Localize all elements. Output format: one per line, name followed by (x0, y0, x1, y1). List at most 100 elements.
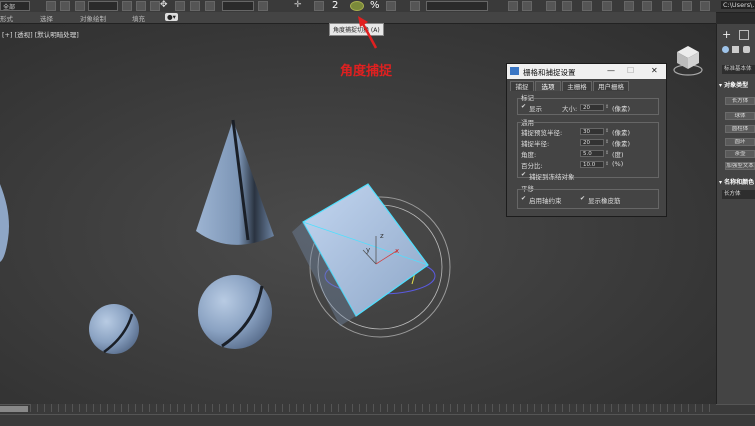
ribbon-tab-object-paint[interactable]: 对象绘制 (80, 13, 106, 23)
percent-snap-icon[interactable]: % (370, 1, 380, 11)
snap-toggle-icon[interactable]: 2 (332, 1, 342, 11)
ribbon-tab-fill[interactable]: 填充 (132, 13, 145, 23)
use-axis-label: 启用轴约束 (529, 197, 562, 205)
angle-snap-toggle-icon[interactable] (350, 1, 364, 11)
percent-label: 百分比: (521, 162, 543, 170)
named-selection-dropdown[interactable] (426, 1, 488, 11)
command-panel: + 标准基本体 ▾ 对象类型 长方体 球体 圆柱体 圆环 茶壶 加强型文本 ▾ … (716, 24, 755, 404)
selected-box-object[interactable] (292, 183, 429, 326)
layer-explorer-icon[interactable] (546, 1, 556, 11)
snap-frozen-checkbox[interactable]: ✔ (521, 172, 527, 178)
teapot-button[interactable]: 茶壶 (725, 150, 755, 158)
edit-named-selection-icon[interactable] (410, 1, 420, 11)
tab-snaps[interactable]: 捕捉 (510, 81, 534, 91)
region-select-icon[interactable] (150, 1, 160, 11)
show-marker-checkbox[interactable]: ✔ (521, 104, 527, 110)
viewport-label[interactable]: [+] [透视] [默认明暗处理] (2, 29, 79, 39)
cone-object[interactable] (196, 119, 274, 245)
text-plus-button[interactable]: 加强型文本 (725, 162, 755, 170)
selection-filter-dropdown[interactable]: 全部 (0, 1, 30, 11)
dialog-titlebar[interactable]: 栅格和捕捉设置 — ☐ ✕ (507, 64, 666, 79)
minimize-icon[interactable]: — (607, 66, 615, 75)
preview-radius-input[interactable]: 30 (580, 128, 604, 135)
size-label: 大小: (562, 105, 578, 113)
schematic-view-icon[interactable] (602, 1, 612, 11)
angle-input[interactable]: 5.0 (580, 150, 604, 157)
mirror-icon[interactable] (508, 1, 518, 11)
render-icon[interactable] (682, 1, 692, 11)
small-sphere-object[interactable] (89, 304, 139, 354)
align-icon[interactable] (522, 1, 532, 11)
snap-frozen-label: 捕捉到冻结对象 (529, 173, 575, 181)
select-by-name-icon[interactable] (136, 1, 146, 11)
sphere-button[interactable]: 球体 (725, 112, 755, 120)
select-icon[interactable] (122, 1, 132, 11)
link-icon[interactable] (46, 1, 56, 11)
box-button[interactable]: 长方体 (725, 97, 755, 105)
unlink-icon[interactable] (60, 1, 70, 11)
lights-icon[interactable] (743, 46, 750, 53)
snap-radius-unit: (像素) (612, 140, 631, 148)
ribbon-options-icon[interactable]: ●▾ (165, 13, 178, 21)
curve-editor-icon[interactable] (582, 1, 592, 11)
snap-radius-label: 捕捉半径: (521, 140, 550, 148)
size-spinner-icon[interactable]: ⇕ (605, 104, 609, 110)
scale-icon[interactable] (190, 1, 200, 11)
show-rubber-band-checkbox[interactable]: ✔ (580, 196, 586, 202)
tab-options[interactable]: 选项 (535, 81, 561, 91)
torus-button[interactable]: 圆环 (725, 138, 755, 146)
pivot-icon[interactable] (258, 1, 268, 11)
percent-input[interactable]: 10.0 (580, 161, 604, 168)
cylinder-button[interactable]: 圆柱体 (725, 125, 755, 133)
keyboard-shortcut-icon[interactable] (314, 1, 324, 11)
maximize-icon[interactable]: ☐ (627, 66, 634, 75)
dropdown-value: 全部 (3, 4, 16, 11)
filter-dropdown[interactable] (88, 1, 118, 11)
ribbon-tab-select[interactable]: 选择 (40, 13, 53, 23)
bind-icon[interactable] (75, 1, 85, 11)
preview-radius-spinner-icon[interactable]: ⇕ (605, 128, 609, 134)
place-icon[interactable] (205, 1, 215, 11)
object-type-section[interactable]: ▾ 对象类型 (719, 80, 748, 89)
name-color-section[interactable]: ▾ 名称和颜色 (719, 177, 754, 186)
percent-spinner-icon[interactable]: ⇕ (605, 161, 609, 167)
large-sphere-object[interactable] (198, 275, 272, 349)
preview-radius-label: 捕捉预览半径: (521, 129, 563, 137)
rendered-frame-icon[interactable] (662, 1, 672, 11)
angle-label: 角度: (521, 151, 537, 159)
render-cloud-icon[interactable] (700, 1, 710, 11)
annotation-text: 角度捕捉 (340, 64, 393, 79)
time-slider-handle[interactable] (0, 406, 28, 412)
angle-unit: (度) (612, 151, 624, 159)
rotate-icon[interactable] (175, 1, 185, 11)
toggle-ribbon-icon[interactable] (562, 1, 572, 11)
select-manipulate-icon[interactable]: ✛ (294, 1, 304, 11)
snap-radius-input[interactable]: 20 (580, 139, 604, 146)
preview-radius-unit: (像素) (612, 129, 631, 137)
marker-group-label: 标记 (521, 94, 534, 102)
reference-coord-dropdown[interactable] (222, 1, 254, 11)
dialog-title: 栅格和捕捉设置 (523, 68, 576, 77)
viewcube-icon[interactable] (668, 40, 708, 80)
snap-radius-spinner-icon[interactable]: ⇕ (605, 139, 609, 145)
cylinder-object[interactable] (0, 184, 9, 262)
primitive-type-dropdown[interactable]: 标准基本体 (722, 65, 755, 74)
modify-tab-icon[interactable] (739, 30, 749, 40)
geometry-icon[interactable] (722, 46, 729, 53)
shapes-icon[interactable] (732, 46, 739, 53)
render-setup-icon[interactable] (642, 1, 652, 11)
spinner-snap-icon[interactable] (386, 1, 396, 11)
create-tab-icon[interactable]: + (722, 28, 731, 41)
object-name-input[interactable]: 长方体 (722, 190, 755, 199)
ribbon-tab-form[interactable]: 形式 (0, 13, 13, 23)
move-icon[interactable]: ✥ (160, 1, 170, 11)
timeline-ruler[interactable] (30, 404, 716, 412)
use-axis-checkbox[interactable]: ✔ (521, 196, 527, 202)
svg-text:x: x (395, 247, 399, 255)
material-editor-icon[interactable] (624, 1, 634, 11)
tab-home-grid[interactable]: 主栅格 (562, 81, 592, 91)
angle-spinner-icon[interactable]: ⇕ (605, 150, 609, 156)
close-icon[interactable]: ✕ (651, 66, 658, 75)
size-input[interactable]: 20 (580, 104, 604, 111)
tab-user-grids[interactable]: 用户栅格 (593, 81, 629, 91)
